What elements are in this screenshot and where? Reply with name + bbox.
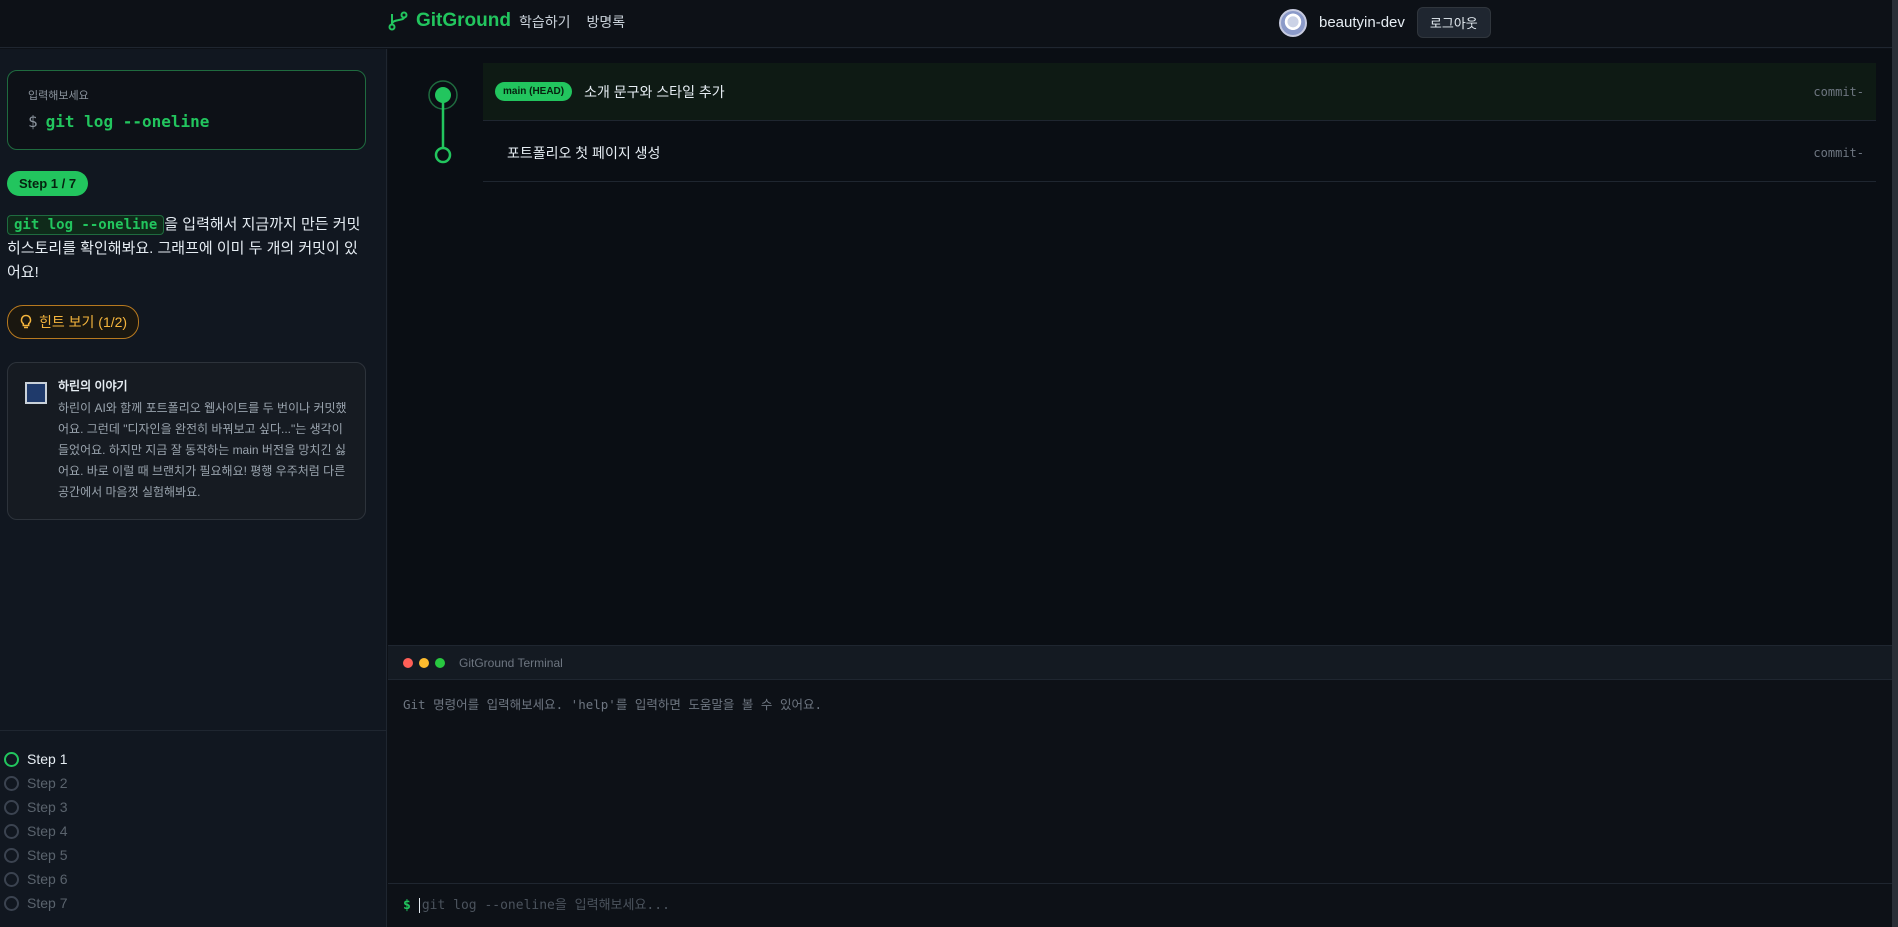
- step-circle-icon: [4, 751, 19, 767]
- step-circle-icon: [4, 823, 19, 839]
- terminal-prompt: $: [403, 898, 411, 913]
- step-label: Step 4: [27, 823, 68, 839]
- commit-node[interactable]: [434, 146, 452, 164]
- username: beautyin-dev: [1319, 14, 1405, 31]
- hint-button[interactable]: 힌트 보기 (1/2): [7, 305, 140, 339]
- minimize-dot-icon: [419, 657, 429, 668]
- logo-text: GitGround: [416, 10, 511, 31]
- commit-message: 포트폴리오 첫 페이지 생성: [507, 144, 661, 161]
- close-dot-icon: [403, 657, 413, 668]
- commit-node[interactable]: [435, 87, 451, 103]
- step-description: git log --oneline 을 입력해서 지금까지 만든 커밋 히스토리를…: [7, 213, 362, 285]
- step-badge: Step 1 / 7: [7, 171, 89, 196]
- step-item[interactable]: Step 3: [0, 795, 387, 819]
- lightbulb-icon: [20, 314, 32, 329]
- commit-row[interactable]: main (HEAD) 소개 문구와 스타일 추가 commit-: [483, 63, 1876, 121]
- maximize-dot-icon: [435, 657, 445, 668]
- step-circle-icon: [4, 895, 19, 911]
- step-item[interactable]: Step 5: [0, 843, 387, 867]
- logo[interactable]: GitGround: [388, 10, 511, 32]
- avatar[interactable]: [1279, 8, 1307, 37]
- sidebar: 입력해보세요 $ git log --oneline Step 1 / 7 git…: [0, 49, 387, 927]
- step-circle-icon: [4, 775, 19, 791]
- command-text: git log --oneline: [45, 112, 210, 131]
- command-prompt: $: [28, 112, 38, 131]
- commit-graph: main (HEAD) 소개 문구와 스타일 추가 commit- 포트폴리오 …: [388, 49, 1892, 645]
- step-label: Step 2: [27, 775, 68, 791]
- terminal-output: Git 명령어를 입력해보세요. 'help'를 입력하면 도움말을 볼 수 있…: [403, 697, 822, 712]
- terminal: GitGround Terminal Git 명령어를 입력해보세요. 'hel…: [388, 645, 1892, 927]
- inline-command: git log --oneline: [7, 215, 165, 235]
- step-item[interactable]: Step 2: [0, 771, 387, 795]
- logout-button[interactable]: 로그아웃: [1416, 7, 1491, 38]
- story-card: 하린의 이야기 하린이 AI와 함께 포트폴리오 웹사이트를 두 번이나 커밋했…: [7, 362, 366, 520]
- step-item[interactable]: Step 4: [0, 819, 387, 843]
- step-list: Step 1 Step 2 Step 3 Step 4 Step 5 Step …: [0, 730, 387, 915]
- top-bar: GitGround 학습하기 방명록 beautyin-dev 로그아웃: [0, 0, 1898, 48]
- step-item[interactable]: Step 6: [0, 867, 387, 891]
- step-label: Step 6: [27, 871, 68, 887]
- step-label: Step 5: [27, 847, 68, 863]
- commit-hash: commit-: [1813, 84, 1864, 99]
- command-label: 입력해보세요: [28, 90, 89, 102]
- scrollbar[interactable]: [1892, 0, 1898, 927]
- branch-icon: [388, 11, 408, 31]
- step-label: Step 3: [27, 799, 68, 815]
- story-title: 하린의 이야기: [58, 379, 128, 393]
- step-label: Step 1: [27, 751, 68, 767]
- commit-message: 소개 문구와 스타일 추가: [584, 83, 725, 100]
- commit-hash: commit-: [1813, 145, 1864, 160]
- terminal-header: GitGround Terminal: [388, 646, 1892, 680]
- terminal-input-row: $: [388, 883, 1892, 927]
- step-circle-icon: [4, 799, 19, 815]
- user-area: beautyin-dev 로그아웃: [1279, 7, 1491, 38]
- step-item[interactable]: Step 1: [0, 747, 387, 771]
- commit-row[interactable]: 포트폴리오 첫 페이지 생성 commit-: [483, 124, 1876, 182]
- branch-badge: main (HEAD): [495, 82, 573, 101]
- story-text: 하린이 AI와 함께 포트폴리오 웹사이트를 두 번이나 커밋했어요. 그런데 …: [58, 401, 347, 499]
- step-label: Step 7: [27, 895, 68, 911]
- nav-learn[interactable]: 학습하기: [519, 12, 571, 32]
- nav-guestbook[interactable]: 방명록: [587, 12, 626, 32]
- main-nav: 학습하기 방명록: [519, 12, 625, 32]
- chart-icon: [25, 382, 47, 404]
- terminal-title: GitGround Terminal: [459, 655, 563, 670]
- command-box: 입력해보세요 $ git log --oneline: [7, 70, 366, 150]
- step-item[interactable]: Step 7: [0, 891, 387, 915]
- graph-lines: [428, 80, 458, 164]
- command-line: $ git log --oneline: [28, 112, 345, 131]
- hint-label: 힌트 보기 (1/2): [39, 314, 128, 330]
- step-circle-icon: [4, 871, 19, 887]
- terminal-input[interactable]: [418, 898, 1019, 913]
- step-circle-icon: [4, 847, 19, 863]
